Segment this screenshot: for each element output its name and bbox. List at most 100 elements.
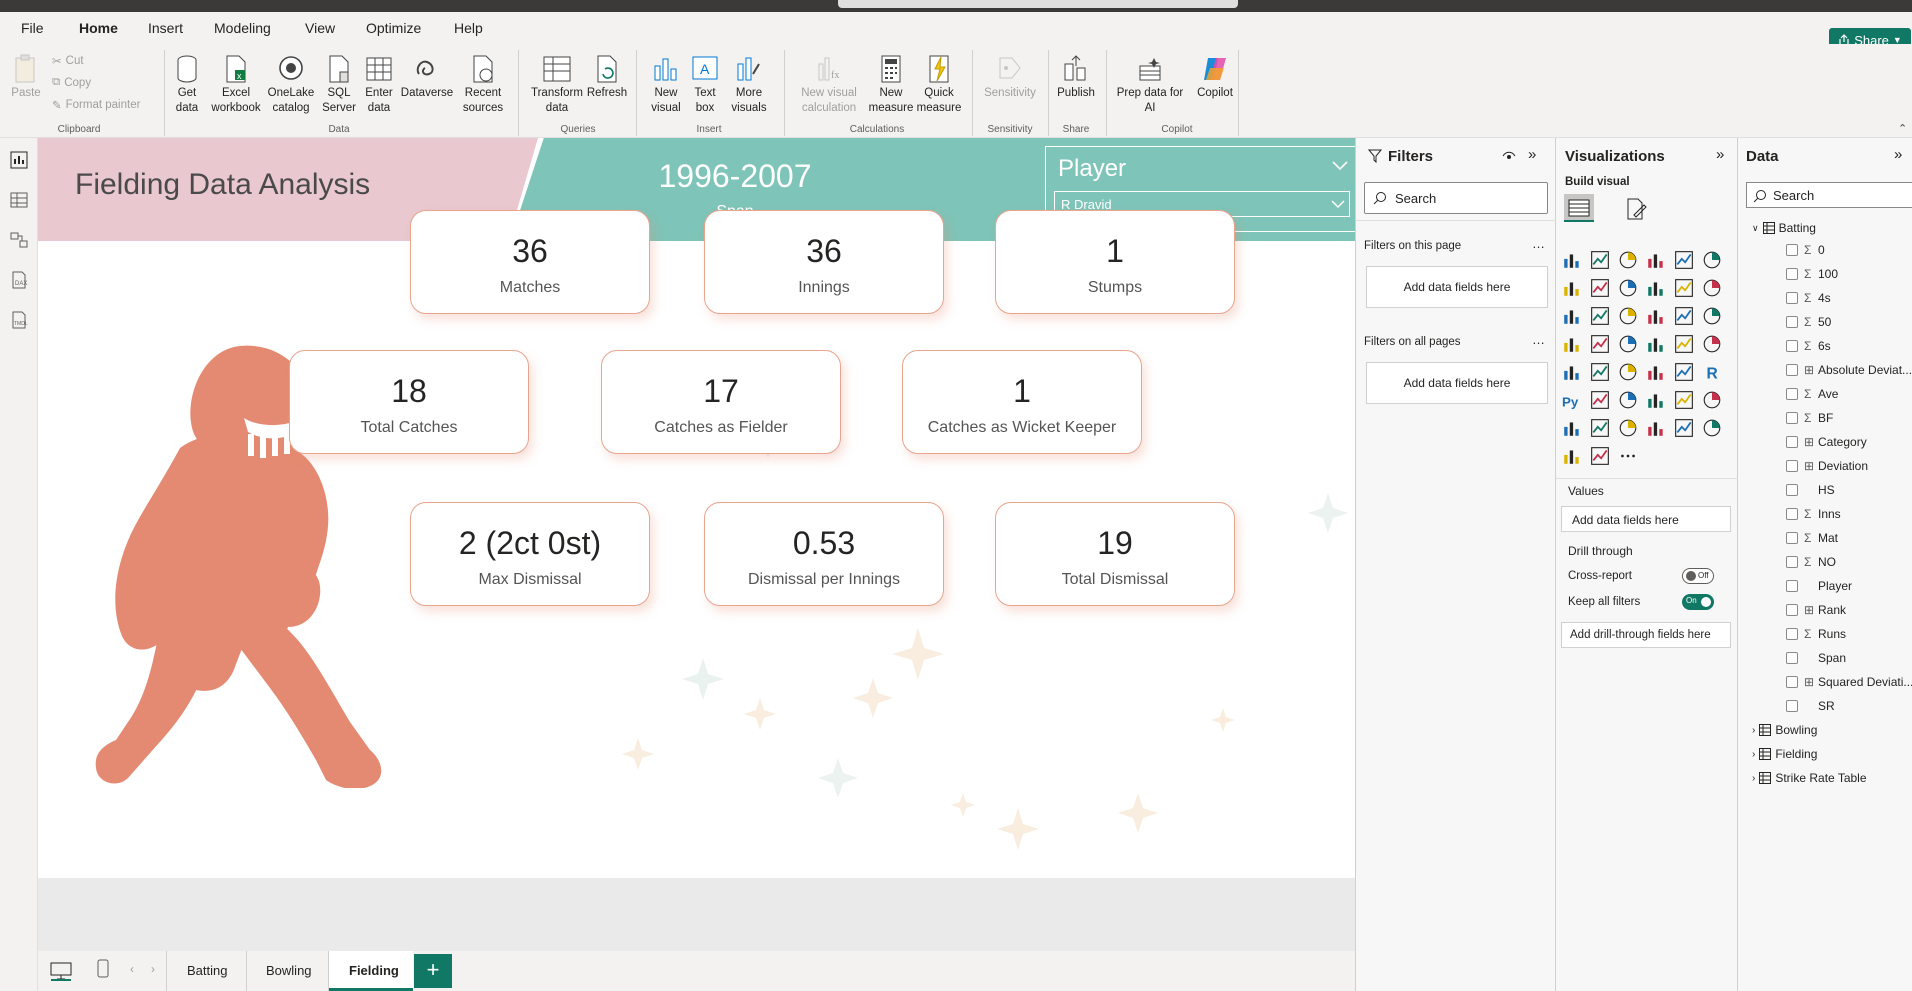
stacked-bar-icon[interactable] xyxy=(1562,250,1582,270)
field-checkbox[interactable] xyxy=(1786,412,1798,424)
shape-map-icon[interactable] xyxy=(1702,418,1722,438)
field-item[interactable]: SR xyxy=(1786,696,1835,716)
azure-map-icon[interactable] xyxy=(1646,334,1666,354)
dax-query-icon[interactable]: DAX xyxy=(9,270,29,290)
get-data-button[interactable]: Get data xyxy=(168,54,206,116)
paste-button[interactable]: Paste xyxy=(10,54,42,101)
table-item[interactable]: › Bowling xyxy=(1752,720,1817,740)
field-item[interactable]: Σ Inns xyxy=(1786,504,1841,524)
previous-page-icon[interactable]: ‹ xyxy=(130,962,134,976)
next-page-icon[interactable]: › xyxy=(151,962,155,976)
sensitivity-button[interactable]: Sensitivity xyxy=(978,54,1042,101)
field-item[interactable]: Σ 50 xyxy=(1786,312,1831,332)
field-item[interactable]: Span xyxy=(1786,648,1846,668)
format-painter-button[interactable]: ✎ Format painter xyxy=(52,98,140,112)
format-visual-icon[interactable] xyxy=(1624,197,1648,221)
kpi-icon[interactable] xyxy=(1590,362,1610,382)
field-item[interactable]: Σ Ave xyxy=(1786,384,1838,404)
card-matches[interactable]: 36 Matches xyxy=(410,210,650,314)
diamond-icon[interactable] xyxy=(1562,446,1582,466)
stacked-column-icon[interactable] xyxy=(1590,250,1610,270)
tab-batting[interactable]: Batting xyxy=(187,963,227,978)
menu-file[interactable]: File xyxy=(21,20,44,36)
quick-measure-button[interactable]: Quick measure xyxy=(914,54,964,116)
desktop-layout-icon[interactable] xyxy=(50,961,72,981)
model-view-icon[interactable] xyxy=(9,230,29,250)
field-checkbox[interactable] xyxy=(1786,364,1798,376)
ribbon-chart-icon[interactable] xyxy=(1562,306,1582,326)
field-checkbox[interactable] xyxy=(1786,268,1798,280)
line-clustered-icon[interactable] xyxy=(1702,278,1722,298)
table-icon[interactable] xyxy=(1646,362,1666,382)
waterfall-icon[interactable] xyxy=(1590,306,1610,326)
power-apps-icon[interactable] xyxy=(1590,418,1610,438)
100-column-icon[interactable] xyxy=(1702,250,1722,270)
onelake-button[interactable]: OneLake catalog xyxy=(266,54,316,116)
100-bar-icon[interactable] xyxy=(1674,250,1694,270)
menu-home[interactable]: Home xyxy=(77,20,120,48)
dataverse-button[interactable]: Dataverse xyxy=(398,54,456,101)
narrative-icon[interactable] xyxy=(1674,390,1694,410)
data-search-input[interactable]: Search xyxy=(1746,182,1912,208)
sql-server-button[interactable]: SQL Server xyxy=(318,54,360,116)
field-item[interactable]: Σ 4s xyxy=(1786,288,1831,308)
card-catches-fielder[interactable]: 17 Catches as Fielder xyxy=(601,350,841,454)
tab-fielding-active[interactable]: Fielding xyxy=(329,951,413,991)
filters-all-pages-drop[interactable]: Add data fields here xyxy=(1366,362,1548,404)
report-view-icon[interactable] xyxy=(9,150,29,170)
field-checkbox[interactable] xyxy=(1786,484,1798,496)
new-visual-button[interactable]: New visual xyxy=(644,54,688,116)
field-checkbox[interactable] xyxy=(1786,604,1798,616)
field-item[interactable]: Σ0 xyxy=(1786,240,1825,260)
field-checkbox[interactable] xyxy=(1786,244,1798,256)
field-item[interactable]: Σ 100 xyxy=(1786,264,1838,284)
collapse-ribbon-icon[interactable]: ⌃ xyxy=(1898,122,1907,135)
card-total-dismissal[interactable]: 19 Total Dismissal xyxy=(995,502,1235,606)
card-dismissal-per-innings[interactable]: 0.53 Dismissal per Innings xyxy=(704,502,944,606)
eye-icon[interactable] xyxy=(1502,150,1516,162)
funnel-icon[interactable] xyxy=(1618,306,1638,326)
field-checkbox[interactable] xyxy=(1786,460,1798,472)
enter-data-button[interactable]: Enter data xyxy=(360,54,398,116)
new-visual-calculation-button[interactable]: fx New visual calculation xyxy=(790,54,868,116)
decomposition-tree-icon[interactable] xyxy=(1618,390,1638,410)
matrix-icon[interactable] xyxy=(1674,362,1694,382)
field-checkbox[interactable] xyxy=(1786,316,1798,328)
cross-report-toggle[interactable]: Off xyxy=(1682,568,1714,584)
field-item[interactable]: Σ 6s xyxy=(1786,336,1831,356)
mobile-layout-icon[interactable] xyxy=(96,959,110,979)
field-item[interactable]: Σ NO xyxy=(1786,552,1836,572)
search-box-top[interactable] xyxy=(838,0,1238,8)
collapse-data-icon[interactable]: » xyxy=(1894,146,1902,163)
field-item[interactable]: Σ Runs xyxy=(1786,624,1846,644)
tab-bowling[interactable]: Bowling xyxy=(266,963,312,978)
refresh-button[interactable]: Refresh xyxy=(584,54,630,101)
field-checkbox[interactable] xyxy=(1786,388,1798,400)
recent-sources-button[interactable]: Recent sources xyxy=(456,54,510,116)
more-options-icon[interactable]: … xyxy=(1532,332,1545,347)
collapse-filters-icon[interactable]: » xyxy=(1528,146,1536,163)
field-checkbox[interactable] xyxy=(1786,700,1798,712)
field-checkbox[interactable] xyxy=(1786,676,1798,688)
cut-button[interactable]: ✂ Cut xyxy=(52,54,84,68)
paginated-icon[interactable] xyxy=(1562,418,1582,438)
field-checkbox[interactable] xyxy=(1786,340,1798,352)
copilot-button[interactable]: Copilot xyxy=(1188,54,1242,101)
more-options-icon[interactable]: … xyxy=(1532,236,1545,251)
prep-data-ai-button[interactable]: Prep data for AI xyxy=(1112,54,1188,116)
map-icon[interactable] xyxy=(1590,334,1610,354)
field-item[interactable]: Σ BF xyxy=(1786,408,1833,428)
table-item[interactable]: › Fielding xyxy=(1752,744,1817,764)
card-innings[interactable]: 36 Innings xyxy=(704,210,944,314)
trophy-icon[interactable] xyxy=(1702,390,1722,410)
add-page-button[interactable]: + xyxy=(414,954,452,988)
filters-this-page-drop[interactable]: Add data fields here xyxy=(1366,266,1548,308)
donut-icon[interactable] xyxy=(1702,306,1722,326)
multirow-card-icon[interactable] xyxy=(1562,362,1582,382)
menu-modeling[interactable]: Modeling xyxy=(214,20,271,36)
field-item[interactable]: ⊞ Squared Deviati... xyxy=(1786,672,1912,692)
gauge-icon[interactable] xyxy=(1674,334,1694,354)
menu-view[interactable]: View xyxy=(305,20,335,36)
pie-chart-icon[interactable] xyxy=(1674,306,1694,326)
field-checkbox[interactable] xyxy=(1786,436,1798,448)
